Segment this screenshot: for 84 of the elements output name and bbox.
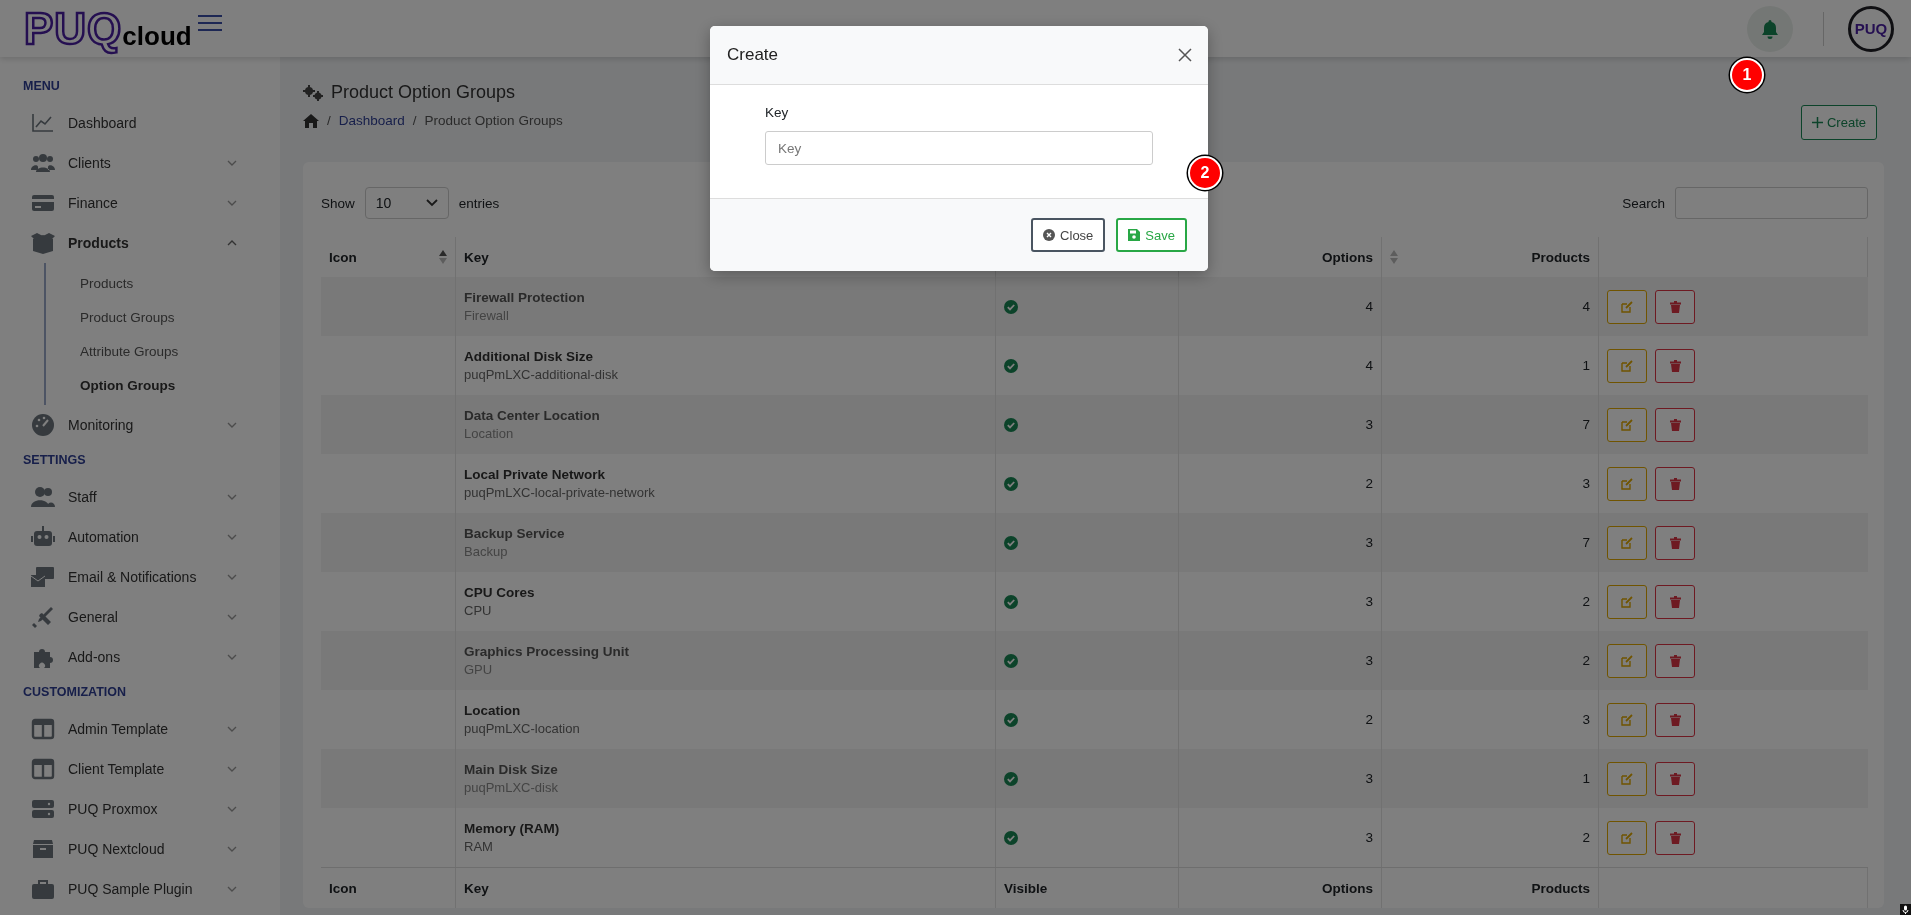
table-cell: 2 bbox=[1365, 476, 1373, 491]
row-title: Data Center Location bbox=[464, 408, 600, 423]
row-title: Additional Disk Size bbox=[464, 349, 594, 364]
column-header[interactable]: Icon bbox=[329, 249, 357, 265]
table-cell: 3 bbox=[1365, 830, 1373, 845]
nav-item[interactable]: Monitoring bbox=[0, 405, 249, 445]
row-title: Memory (RAM) bbox=[464, 821, 560, 836]
dialog-title: Create bbox=[727, 45, 779, 65]
table-cell: 3 bbox=[1365, 594, 1373, 609]
column-header[interactable]: Products bbox=[1531, 249, 1590, 265]
row-title: Backup Service bbox=[464, 526, 565, 541]
row-title: Main Disk Size bbox=[464, 762, 558, 777]
nav-item[interactable]: Email & Notifications bbox=[0, 557, 249, 597]
table-cell: 2 bbox=[1582, 653, 1590, 668]
page-title: Product Option Groups bbox=[331, 82, 516, 103]
table-cell: 3 bbox=[1582, 476, 1590, 491]
column-footer: Products bbox=[1531, 880, 1590, 896]
row-title: Graphics Processing Unit bbox=[464, 644, 630, 659]
entries-label: entries bbox=[458, 195, 500, 211]
table-cell: 2 bbox=[1365, 712, 1373, 727]
row-title: Local Private Network bbox=[464, 467, 606, 482]
table-cell: 4 bbox=[1365, 358, 1373, 373]
nav-item[interactable]: General bbox=[0, 597, 249, 637]
nav-item[interactable]: Staff bbox=[0, 477, 249, 517]
breadcrumb-separator: / bbox=[412, 113, 417, 128]
nav-subitem[interactable]: Attribute Groups bbox=[46, 335, 280, 369]
nav-item[interactable]: Dashboard bbox=[0, 103, 249, 143]
nav-item[interactable]: Admin Template bbox=[0, 709, 249, 749]
column-header[interactable]: Options bbox=[1322, 249, 1373, 265]
nav-item[interactable]: Add-ons bbox=[0, 637, 249, 677]
row-key: puqPmLXC-additional-disk bbox=[464, 367, 618, 382]
column-footer: Icon bbox=[329, 880, 357, 896]
save-button[interactable]: Save bbox=[1116, 218, 1187, 252]
section-heading: SETTINGS bbox=[22, 452, 87, 469]
nav-item[interactable]: Products bbox=[0, 223, 249, 263]
step-marker: 1 bbox=[1730, 58, 1764, 92]
close-button[interactable]: Close bbox=[1031, 218, 1106, 252]
show-label: Show bbox=[321, 195, 355, 211]
nav-subitem[interactable]: Product Groups bbox=[46, 301, 280, 335]
table-cell: 4 bbox=[1582, 299, 1590, 314]
row-title: Firewall Protection bbox=[464, 290, 585, 305]
column-footer: Visible bbox=[1004, 880, 1048, 896]
nav-subitem[interactable]: Products bbox=[46, 267, 280, 301]
nav-item[interactable]: Finance bbox=[0, 183, 249, 223]
table-cell: 3 bbox=[1365, 535, 1373, 550]
table-cell: 3 bbox=[1365, 417, 1373, 432]
avatar-button[interactable]: PUQ bbox=[1848, 5, 1894, 52]
breadcrumb-separator: / bbox=[327, 113, 331, 128]
row-key: puqPmLXC-location bbox=[464, 721, 580, 736]
table-cell: 3 bbox=[1365, 653, 1373, 668]
nav-item[interactable]: PUQ Proxmox bbox=[0, 789, 249, 829]
table-cell: 1 bbox=[1582, 771, 1590, 786]
column-footer: Options bbox=[1322, 880, 1373, 896]
table-cell: 4 bbox=[1365, 299, 1373, 314]
table-cell: 7 bbox=[1582, 417, 1590, 432]
row-key: RAM bbox=[464, 839, 493, 854]
step-marker: 2 bbox=[1188, 156, 1222, 190]
section-heading: CUSTOMIZATION bbox=[22, 684, 127, 701]
nav-item[interactable]: PUQ Sample Plugin bbox=[0, 869, 249, 909]
breadcrumb-link[interactable]: Dashboard bbox=[338, 113, 405, 128]
row-title: Location bbox=[464, 703, 521, 718]
search-label: Search bbox=[1622, 195, 1665, 211]
row-key: CPU bbox=[464, 603, 492, 618]
nav-item[interactable]: PUQ Nextcloud bbox=[0, 829, 249, 869]
table-cell: 7 bbox=[1582, 535, 1590, 550]
page-size-select[interactable]: 10 bbox=[364, 187, 449, 219]
row-title: CPU Cores bbox=[464, 585, 535, 600]
table-cell: 1 bbox=[1582, 358, 1590, 373]
nav-subitem[interactable]: Option Groups bbox=[46, 369, 280, 403]
nav-item[interactable]: Automation bbox=[0, 517, 249, 557]
table-cell: 2 bbox=[1582, 594, 1590, 609]
section-heading: MENU bbox=[22, 78, 61, 95]
column-footer: Key bbox=[464, 880, 489, 896]
column-header[interactable]: Key bbox=[464, 249, 489, 265]
nav-item[interactable]: Client Template bbox=[0, 749, 249, 789]
key-field[interactable]: Key bbox=[765, 131, 1153, 165]
table-cell: 2 bbox=[1582, 830, 1590, 845]
row-key: puqPmLXC-local-private-network bbox=[464, 485, 655, 500]
breadcrumb-current: Product Option Groups bbox=[424, 113, 563, 128]
create-button[interactable]: Create bbox=[1800, 105, 1877, 140]
field-label: Key bbox=[765, 105, 789, 120]
table-cell: 3 bbox=[1582, 712, 1590, 727]
table-cell: 3 bbox=[1365, 771, 1373, 786]
nav-item[interactable]: Clients bbox=[0, 143, 249, 183]
